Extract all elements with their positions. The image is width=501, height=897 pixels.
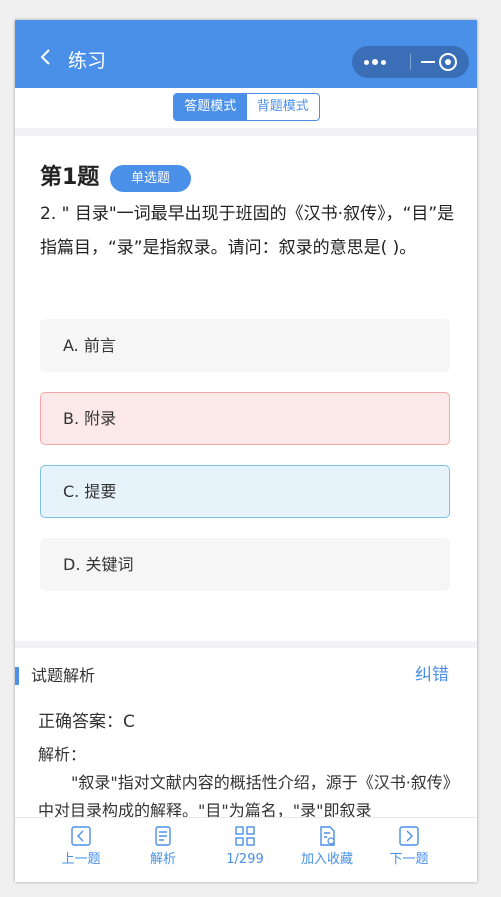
chevron-left-icon[interactable]: [39, 48, 53, 70]
page-title: 练习: [68, 50, 107, 72]
analysis-title: 试题解析: [31, 666, 96, 685]
question-index-button[interactable]: 1/299: [205, 826, 285, 868]
option-b[interactable]: B. 附录: [40, 392, 450, 445]
analysis-label: 解析：: [38, 745, 87, 764]
analysis-button[interactable]: 解析: [123, 826, 203, 868]
option-d[interactable]: D. 关键词: [40, 538, 450, 591]
add-favorite-label: 加入收藏: [300, 852, 353, 867]
favorite-icon: [317, 826, 337, 846]
bottom-toolbar: 上一题 解析 1/299 加入收藏 下一题: [15, 817, 477, 882]
question-text: 2. " 目录"一词最早出现于班固的《汉书·叙传》，“目”是指篇目，“录”是指叙…: [40, 204, 455, 258]
add-favorite-button[interactable]: 加入收藏: [287, 826, 367, 868]
tab-answer-mode[interactable]: 答题模式: [174, 94, 247, 120]
more-icon[interactable]: [364, 58, 398, 66]
report-error-link[interactable]: 纠错: [415, 664, 449, 686]
mini-program-capsule: [352, 46, 469, 78]
top-navigation-bar: 练习: [15, 20, 477, 88]
next-question-label: 下一题: [389, 852, 429, 867]
prev-icon: [71, 826, 91, 846]
correct-answer: 正确答案：C: [38, 712, 135, 732]
option-c[interactable]: C. 提要: [40, 465, 450, 518]
grid-icon: [235, 826, 255, 846]
analysis-accent-bar: [15, 667, 19, 685]
option-a[interactable]: A. 前言: [40, 319, 450, 372]
prev-question-label: 上一题: [61, 852, 101, 867]
mode-switch-bar: 答题模式 背题模式: [15, 88, 477, 128]
question-number: 第1题: [40, 165, 100, 190]
next-question-button[interactable]: 下一题: [369, 826, 449, 868]
capsule-divider: [410, 54, 411, 70]
prev-question-button[interactable]: 上一题: [41, 826, 121, 868]
mode-segmented-control: 答题模式 背题模式: [173, 93, 320, 121]
question-type-badge: 单选题: [110, 165, 191, 192]
analysis-label-nav: 解析: [149, 852, 176, 867]
tab-recite-mode[interactable]: 背题模式: [247, 94, 320, 120]
close-icon[interactable]: [439, 53, 457, 71]
next-icon: [399, 826, 419, 846]
phone-screen: 练习 答题模式 背题模式 第1题 单选题 2. " 目录"一词最早出现于班固的《…: [15, 20, 477, 882]
document-icon: [153, 826, 173, 846]
section-divider: [15, 641, 477, 648]
minimize-icon[interactable]: [421, 61, 435, 63]
section-divider: [15, 128, 477, 136]
question-progress: 1/299: [226, 852, 264, 867]
